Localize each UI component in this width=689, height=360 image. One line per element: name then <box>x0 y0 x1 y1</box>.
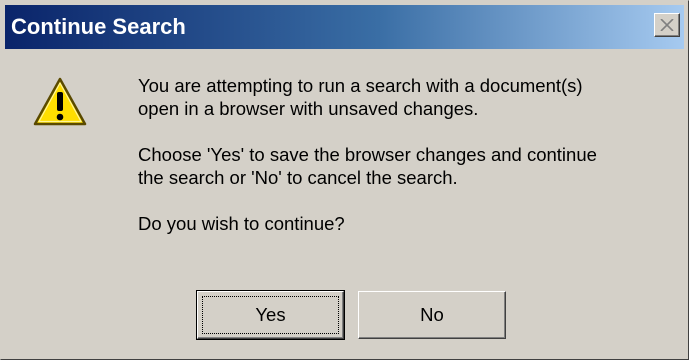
continue-search-dialog: Continue Search You are attempting to ru… <box>0 0 689 360</box>
close-icon <box>660 19 674 31</box>
no-button-label: No <box>420 304 444 325</box>
yes-button[interactable]: Yes <box>196 290 345 340</box>
message-question: Do you wish to continue? <box>138 213 345 234</box>
no-button[interactable]: No <box>358 291 506 339</box>
warning-icon <box>33 77 87 127</box>
message-instructions: Choose 'Yes' to save the browser changes… <box>138 144 597 188</box>
message-unsaved-warning: You are attempting to run a search with … <box>138 75 583 119</box>
title-bar[interactable]: Continue Search <box>5 5 684 49</box>
yes-button-label: Yes <box>255 304 286 325</box>
message-body: You are attempting to run a search with … <box>138 74 678 235</box>
window-title: Continue Search <box>11 14 186 39</box>
close-button[interactable] <box>654 13 680 37</box>
